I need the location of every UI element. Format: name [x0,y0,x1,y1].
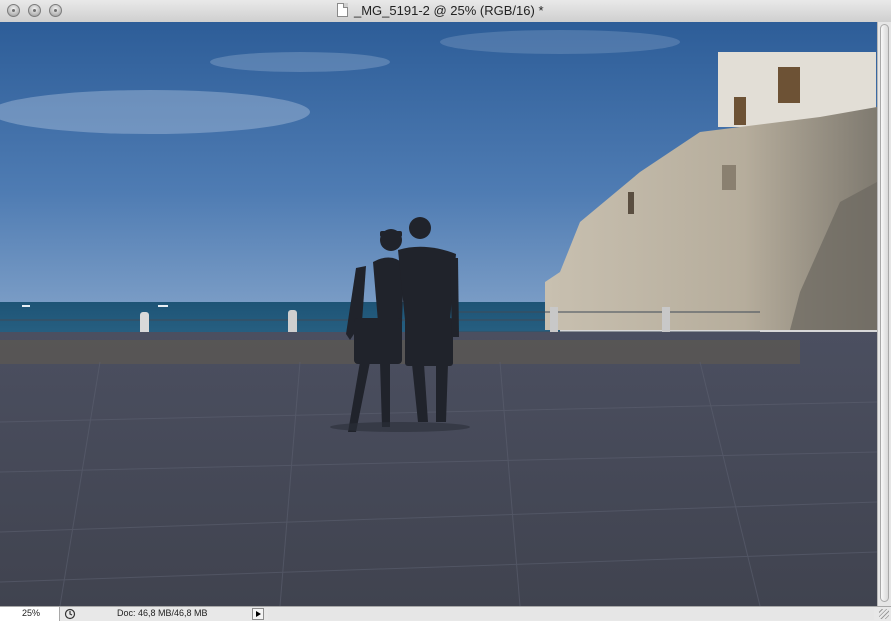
title-bar[interactable]: _MG_5191-2 @ 25% (RGB/16) * [0,0,891,23]
minimize-icon [33,9,36,12]
bollard [662,307,670,335]
cloud [210,52,390,72]
status-bar: 25% Doc: 46,8 MB/46,8 MB [0,606,891,621]
boat [22,305,30,307]
zoom-window-button[interactable] [49,4,62,17]
boat [158,305,168,307]
photo [0,22,877,606]
minimize-window-button[interactable] [28,4,41,17]
building-window [778,67,800,103]
image-canvas[interactable] [0,22,877,606]
building-window [734,97,746,125]
cloud [0,90,310,134]
close-icon [12,9,15,12]
status-info-icon[interactable] [62,608,78,620]
document-icon [337,3,348,17]
bollard [550,307,558,335]
window-title: _MG_5191-2 @ 25% (RGB/16) * [354,3,544,18]
zoom-icon [54,9,57,12]
status-menu-arrow-button[interactable] [252,608,264,620]
wall-window [722,165,736,190]
horizontal-scrollbar[interactable] [268,608,874,620]
vertical-scrollbar[interactable] [877,22,891,606]
resize-grip-icon[interactable] [879,609,889,619]
zoom-level-field[interactable]: 25% [0,607,60,621]
vertical-scroll-thumb[interactable] [880,24,889,602]
cloud [440,30,680,54]
wall-window [628,192,634,214]
photoshop-document-window: _MG_5191-2 @ 25% (RGB/16) * 25% Doc: 46,… [0,0,891,621]
close-window-button[interactable] [7,4,20,17]
document-size-info: Doc: 46,8 MB/46,8 MB [117,608,208,618]
